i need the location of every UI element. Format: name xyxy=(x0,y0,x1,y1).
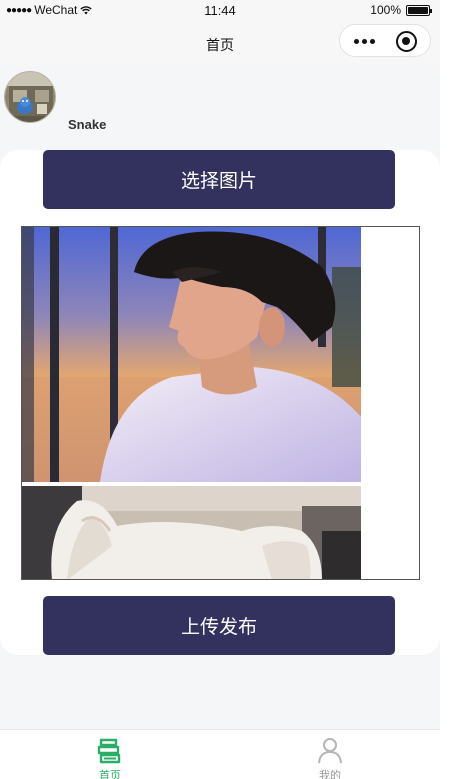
mini-program-capsule xyxy=(339,24,431,57)
book-stack-icon xyxy=(97,738,121,764)
battery-fill xyxy=(408,6,428,14)
tab-home-label: 首页 xyxy=(99,770,121,779)
status-bar: ●●●●● WeChat 11:44 100% xyxy=(0,0,440,20)
tab-mine[interactable]: 我的 xyxy=(220,730,440,779)
phone-screen: ●●●●● WeChat 11:44 100% 首页 Snake 选择图片 上传… xyxy=(0,0,440,779)
tab-home[interactable]: 首页 xyxy=(0,730,220,779)
navigation-bar: 首页 xyxy=(0,20,440,66)
page-edge xyxy=(440,0,450,779)
selected-photo-dog[interactable] xyxy=(22,486,361,579)
person-icon xyxy=(318,738,342,764)
choose-image-button[interactable]: 选择图片 xyxy=(43,150,395,209)
image-preview xyxy=(21,226,420,580)
more-menu-icon[interactable] xyxy=(354,33,380,49)
user-name: Snake xyxy=(68,117,107,132)
selected-photo-portrait[interactable] xyxy=(22,227,361,482)
status-right: 100% xyxy=(370,3,432,17)
upload-publish-button[interactable]: 上传发布 xyxy=(43,596,395,655)
avatar[interactable] xyxy=(4,71,56,123)
avatar-image xyxy=(5,72,55,122)
battery-percent: 100% xyxy=(370,3,401,17)
tab-bar: 首页 我的 xyxy=(0,729,440,779)
tab-mine-label: 我的 xyxy=(319,770,341,779)
battery-icon xyxy=(406,4,432,16)
close-mini-program-icon[interactable] xyxy=(396,31,417,52)
